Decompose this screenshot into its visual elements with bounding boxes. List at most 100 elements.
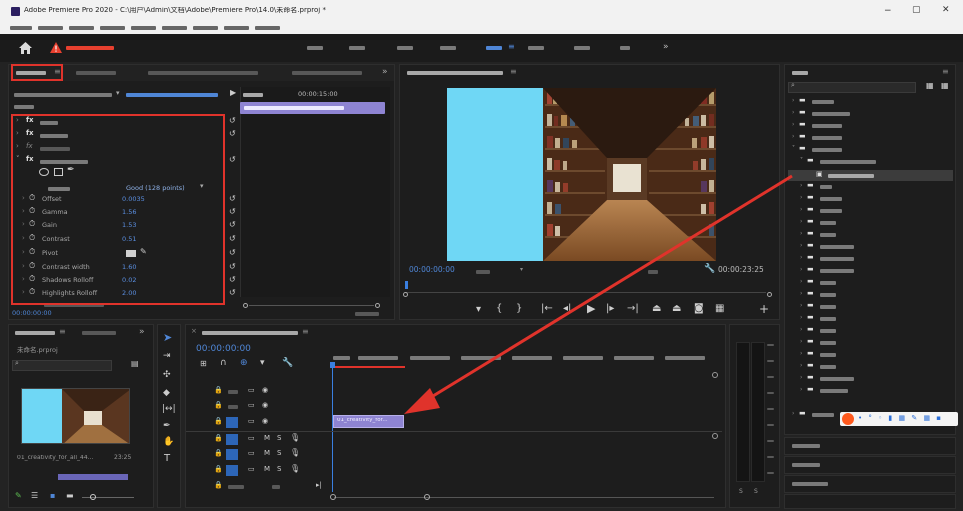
menu-item-help[interactable] bbox=[255, 26, 280, 30]
32bit-effects-icon[interactable]: ▦ bbox=[941, 82, 949, 90]
track-header-v2[interactable]: 🔒 ▭ ◉ bbox=[212, 401, 324, 413]
tab-lumetri-scopes[interactable] bbox=[76, 71, 116, 75]
menu-item-marker[interactable] bbox=[131, 26, 156, 30]
effects-panel-title[interactable] bbox=[792, 71, 808, 75]
timeline-scrollbar[interactable] bbox=[334, 497, 714, 498]
menu-item-file[interactable] bbox=[10, 26, 32, 30]
workspace-tab-learning[interactable] bbox=[307, 46, 323, 50]
project-tabs-overflow[interactable]: » bbox=[139, 328, 145, 337]
warning-icon[interactable] bbox=[50, 42, 62, 53]
track-header-a3[interactable]: 🔒 ▭ M S 🎙 bbox=[212, 465, 324, 477]
timeline-tab-menu[interactable]: ≡ bbox=[302, 328, 309, 336]
workspace-tab-editing[interactable] bbox=[397, 46, 413, 50]
track-select-tool[interactable]: ⇥ bbox=[163, 352, 171, 361]
linked-selection-icon[interactable]: ⊕ bbox=[240, 359, 248, 368]
track-scroll-knob[interactable] bbox=[712, 433, 718, 439]
menu-item-clip[interactable] bbox=[69, 26, 94, 30]
icon-view-icon[interactable]: ▪ bbox=[50, 492, 55, 500]
selection-tool[interactable]: ➤ bbox=[163, 332, 172, 343]
reset-icon[interactable]: ↺ bbox=[229, 289, 236, 297]
reset-icon[interactable]: ↺ bbox=[229, 235, 236, 243]
type-tool[interactable]: T bbox=[164, 454, 170, 464]
workspace-menu-icon[interactable]: ≡ bbox=[508, 43, 515, 51]
track-header-v1[interactable]: 🔒 ▭ ◉ bbox=[212, 417, 324, 429]
workspace-overflow-icon[interactable]: » bbox=[663, 43, 669, 52]
workspace-tab-graphics[interactable] bbox=[574, 46, 590, 50]
workspace-tab-libraries[interactable] bbox=[620, 46, 630, 50]
timeline-close-icon[interactable]: × bbox=[191, 328, 197, 335]
reset-icon[interactable]: ↺ bbox=[229, 221, 236, 229]
project-tab-menu[interactable]: ≡ bbox=[59, 328, 66, 336]
timeline-settings-icon[interactable]: 🔧 bbox=[282, 359, 293, 368]
tab-project[interactable] bbox=[15, 331, 55, 335]
effects-panel-menu[interactable]: ≡ bbox=[942, 68, 949, 76]
hand-tool[interactable]: ✋ bbox=[163, 438, 174, 447]
snap-icon[interactable]: ∩ bbox=[220, 359, 227, 368]
keyframe-scroll-track[interactable] bbox=[249, 305, 374, 306]
add-marker-icon[interactable]: ▾ bbox=[260, 359, 265, 368]
zoom-slider-knob[interactable] bbox=[90, 494, 96, 500]
pen-tool[interactable]: ✒ bbox=[163, 422, 171, 431]
lumetri-color-title[interactable] bbox=[792, 482, 828, 486]
track-header-a2[interactable]: 🔒 ▭ M S 🎙 bbox=[212, 449, 324, 461]
essential-sound-title[interactable] bbox=[792, 463, 820, 467]
sequence-clip-label[interactable] bbox=[126, 93, 218, 97]
play-only-icon[interactable]: ▶ bbox=[230, 89, 236, 97]
menu-item-sequence[interactable] bbox=[100, 26, 125, 30]
minimize-button[interactable]: − bbox=[884, 7, 892, 16]
workspace-tab-color[interactable] bbox=[440, 46, 456, 50]
effect-controls-timecode[interactable]: 00:00:00:00 bbox=[12, 310, 52, 317]
program-menu-icon[interactable]: ≡ bbox=[510, 68, 517, 76]
menu-item-window[interactable] bbox=[224, 26, 249, 30]
keyframe-nav-controls[interactable] bbox=[355, 312, 379, 316]
menu-item-view[interactable] bbox=[193, 26, 218, 30]
work-area-bar[interactable] bbox=[330, 366, 405, 368]
tree-item-selected[interactable]: ▣ bbox=[788, 170, 953, 181]
workspace-tab-effects[interactable] bbox=[486, 46, 502, 50]
master-clip-label[interactable] bbox=[14, 93, 112, 97]
track-header-v3[interactable]: 🔒 ▭ ◉ bbox=[212, 386, 324, 398]
workspace-tab-assembly[interactable] bbox=[349, 46, 365, 50]
freeform-view-icon[interactable]: ▬ bbox=[66, 492, 74, 500]
effects-search-input[interactable] bbox=[788, 82, 916, 93]
libraries-panel[interactable] bbox=[784, 494, 956, 509]
tab-source-clip[interactable] bbox=[148, 71, 258, 75]
solo-left-button[interactable]: S bbox=[739, 489, 743, 495]
timeline-scroll-start[interactable] bbox=[330, 494, 336, 500]
tab-media-browser[interactable] bbox=[82, 331, 116, 335]
ime-icons[interactable]: • ° ◦ ▮ ▦ ✎ ▦ ▪ bbox=[858, 415, 943, 422]
ripple-edit-tool[interactable]: ✣ bbox=[163, 371, 171, 380]
insert-nest-icon[interactable]: ⊞ bbox=[200, 360, 207, 368]
workspace-tab-audio[interactable] bbox=[528, 46, 544, 50]
tabs-overflow-icon[interactable]: » bbox=[382, 68, 388, 77]
keyframe-scroll-handle[interactable] bbox=[243, 303, 248, 308]
menu-item-edit[interactable] bbox=[38, 26, 63, 30]
essential-graphics-title[interactable] bbox=[792, 444, 820, 448]
warning-text[interactable] bbox=[66, 46, 114, 50]
tab-audio-clip-mixer[interactable] bbox=[292, 71, 362, 75]
menu-item-graphics[interactable] bbox=[162, 26, 187, 30]
razor-tool[interactable]: ◆ bbox=[163, 389, 170, 398]
reset-icon[interactable]: ↺ bbox=[229, 195, 236, 203]
timeline-scroll-end[interactable] bbox=[424, 494, 430, 500]
timeline-timecode[interactable]: 00:00:00:00 bbox=[196, 345, 251, 354]
reset-icon[interactable]: ↺ bbox=[229, 263, 236, 271]
media-thumbnail[interactable] bbox=[21, 388, 130, 444]
home-icon[interactable] bbox=[19, 42, 32, 54]
reset-icon[interactable]: ↺ bbox=[229, 208, 236, 216]
new-bin-icon[interactable]: ▤ bbox=[131, 360, 139, 368]
clip-dropdown-arrow[interactable]: ▾ bbox=[116, 90, 120, 97]
list-view-icon[interactable]: ☰ bbox=[31, 492, 38, 500]
close-button[interactable]: ✕ bbox=[942, 6, 950, 15]
reset-icon[interactable]: ↺ bbox=[229, 249, 236, 257]
solo-right-button[interactable]: S bbox=[754, 489, 758, 495]
program-monitor-title[interactable] bbox=[407, 71, 503, 75]
lock-icon[interactable]: ✎ bbox=[15, 492, 22, 500]
maximize-button[interactable]: ▢ bbox=[912, 6, 921, 15]
timeline-sequence-tab[interactable] bbox=[202, 331, 298, 335]
track-header-master[interactable]: 🔒 ▸| bbox=[212, 481, 324, 493]
track-header-a1[interactable]: 🔒 ▭ M S 🎙 bbox=[212, 434, 324, 446]
reset-icon[interactable]: ↺ bbox=[229, 130, 236, 138]
reset-icon[interactable]: ↺ bbox=[229, 117, 236, 125]
project-search-input[interactable] bbox=[12, 360, 112, 371]
